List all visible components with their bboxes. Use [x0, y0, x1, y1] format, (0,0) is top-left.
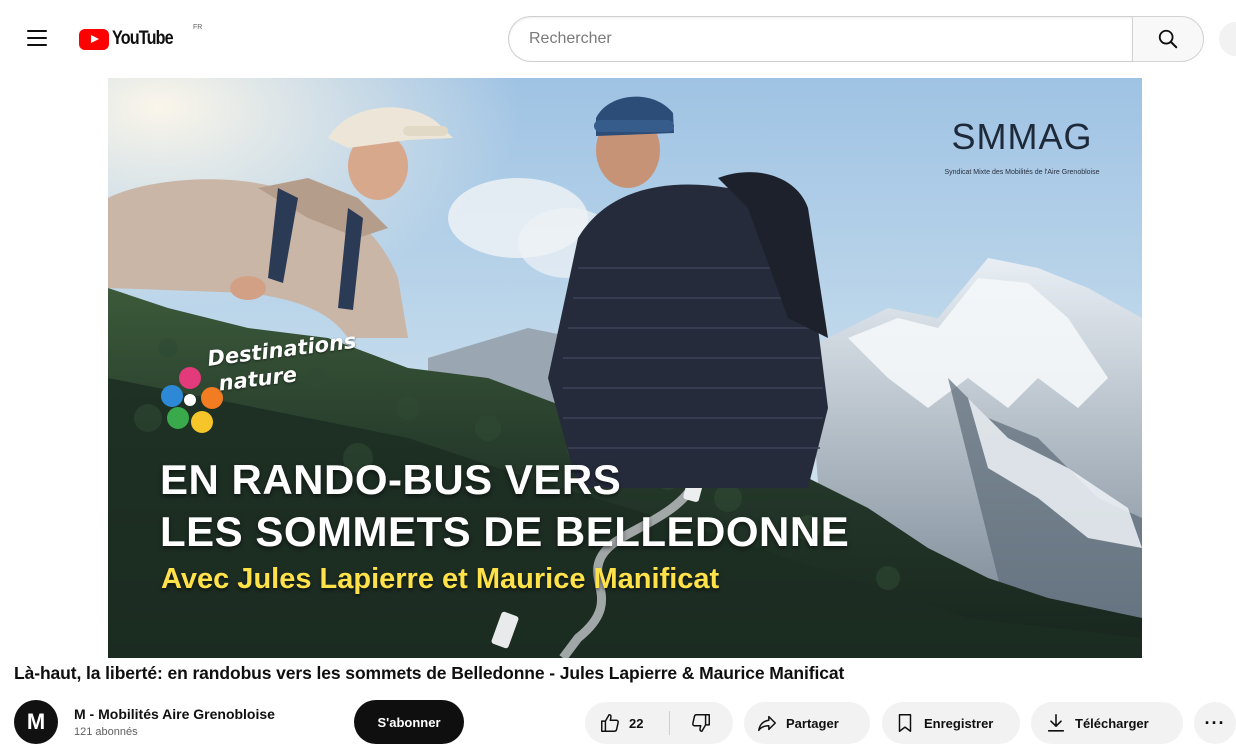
- logo-text: YouTube: [112, 28, 174, 49]
- video-player[interactable]: SMMAG Syndicat Mixte des Mobilités de l'…: [108, 78, 1142, 658]
- masthead: YouTube FR: [0, 0, 1236, 78]
- search-input[interactable]: [508, 16, 1132, 62]
- headline-line-1: EN RANDO-BUS VERS: [160, 456, 622, 503]
- share-label: Partager: [786, 715, 839, 731]
- voice-search-button[interactable]: [1219, 22, 1236, 56]
- smmag-brand-name: SMMAG: [951, 116, 1093, 157]
- dislike-button[interactable]: [670, 702, 732, 744]
- channel-owner: M M - Mobilités Aire Grenobloise 121 abo…: [14, 698, 275, 746]
- save-label: Enregistrer: [924, 715, 994, 731]
- share-icon: [758, 715, 776, 732]
- smmag-subtitle: Syndicat Mixte des Mobilités de l'Aire G…: [944, 169, 1100, 176]
- thumbs-up-icon: [601, 714, 619, 732]
- subscribe-button[interactable]: S'abonner: [354, 700, 464, 744]
- headline-line-2: LES SOMMETS DE BELLEDONNE: [160, 508, 850, 555]
- menu-icon[interactable]: [27, 30, 47, 46]
- like-dislike-group: 22: [585, 702, 733, 744]
- thumbnail-headline: EN RANDO-BUS VERS LES SOMMETS DE BELLEDO…: [160, 454, 849, 558]
- channel-info: M - Mobilités Aire Grenobloise 121 abonn…: [74, 706, 275, 738]
- channel-name[interactable]: M - Mobilités Aire Grenobloise: [74, 706, 275, 722]
- thumbnail-subline: Avec Jules Lapierre et Maurice Manificat: [161, 563, 720, 595]
- download-label: Télécharger: [1075, 715, 1149, 731]
- video-title: Là-haut, la liberté: en randobus vers le…: [14, 663, 845, 683]
- youtube-logo[interactable]: YouTube FR: [79, 24, 202, 51]
- download-icon: [1047, 713, 1065, 732]
- country-code: FR: [193, 24, 203, 31]
- thumbs-down-icon: [692, 714, 710, 732]
- share-button[interactable]: Partager: [744, 702, 870, 744]
- more-icon: ···: [1204, 712, 1226, 733]
- download-button[interactable]: Télécharger: [1031, 702, 1183, 744]
- bookmark-icon: [898, 714, 912, 732]
- smmag-logo: SMMAG Syndicat Mixte des Mobilités de l'…: [942, 116, 1102, 178]
- search-button[interactable]: [1132, 16, 1204, 62]
- like-count: 22: [629, 715, 644, 731]
- save-button[interactable]: Enregistrer: [882, 702, 1020, 744]
- subscriber-count: 121 abonnés: [74, 726, 138, 738]
- search-icon: [1158, 29, 1178, 49]
- channel-avatar[interactable]: M: [14, 700, 58, 744]
- search-box: [508, 16, 1204, 62]
- more-actions-button[interactable]: ···: [1194, 702, 1236, 744]
- youtube-play-icon: [79, 28, 109, 50]
- like-button[interactable]: 22: [585, 702, 669, 744]
